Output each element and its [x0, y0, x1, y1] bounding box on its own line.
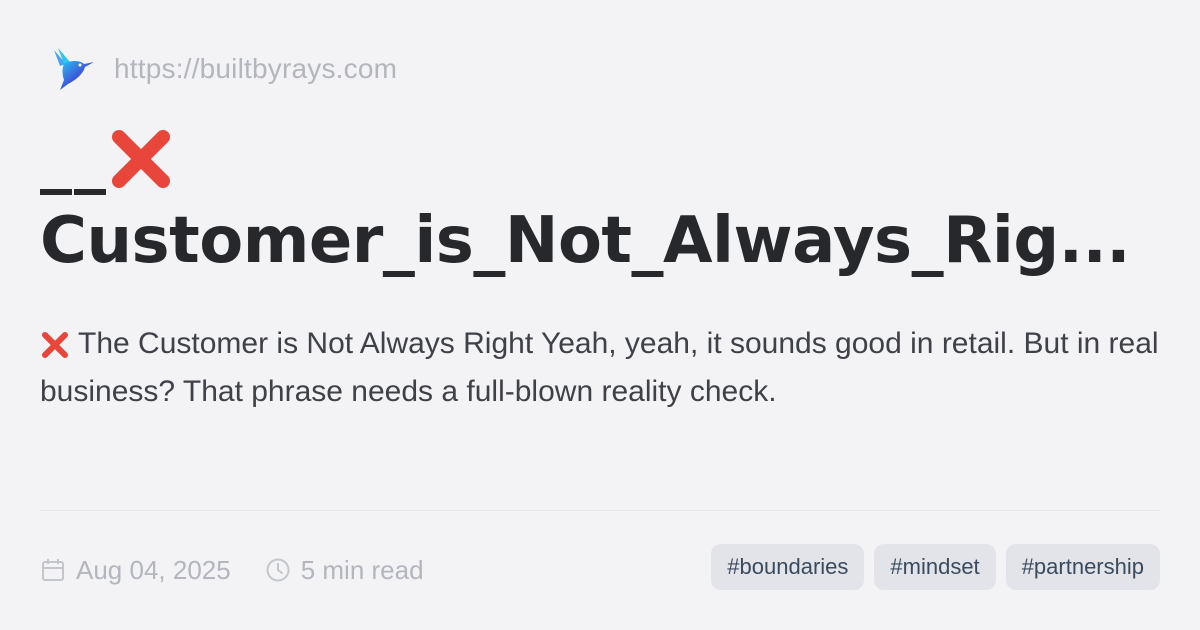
read-time: 5 min read [300, 554, 424, 585]
post-date: Aug 04, 2025 [76, 554, 231, 585]
hummingbird-icon [54, 48, 94, 90]
calendar-icon [42, 559, 64, 581]
tag-list: #boundaries #mindset #partnership [711, 544, 1160, 590]
page-title: __ Customer_is_Not_Always_Rig... [40, 118, 1160, 282]
post-meta: Aug 04, 2025 5 min read [40, 548, 424, 592]
tag-boundaries[interactable]: #boundaries [711, 544, 865, 590]
description-text: The Customer is Not Always Right Yeah, y… [40, 327, 1159, 408]
read-time-item: 5 min read [265, 555, 424, 586]
date-item: Aug 04, 2025 [40, 555, 231, 586]
clock-icon [266, 558, 290, 582]
description: The Customer is Not Always Right Yeah, y… [40, 320, 1160, 416]
cross-mark-icon [42, 332, 68, 359]
divider [40, 510, 1160, 511]
title-line-2: Customer_is_Not_Always_Rig... [40, 204, 1131, 278]
cross-mark-icon [112, 130, 170, 188]
tag-partnership[interactable]: #partnership [1005, 544, 1160, 590]
title-line-1: __ [40, 118, 1160, 200]
tag-mindset[interactable]: #mindset [874, 544, 996, 590]
site-url[interactable]: https://builtbyrays.com [114, 53, 397, 85]
site-header: https://builtbyrays.com [50, 46, 397, 92]
title-prefix: __ [40, 122, 108, 196]
